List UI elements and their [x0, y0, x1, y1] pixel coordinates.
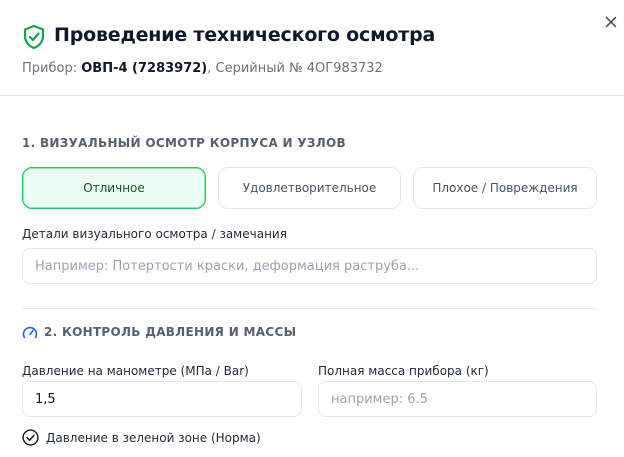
condition-bad-button[interactable]: Плохое / Повреждения	[413, 167, 597, 209]
visual-details-input[interactable]	[22, 248, 597, 284]
close-icon[interactable]	[603, 14, 619, 30]
shield-check-icon	[23, 24, 45, 50]
modal-title: Проведение технического осмотра	[54, 24, 436, 46]
gauge-icon	[22, 326, 38, 339]
pressure-input[interactable]	[22, 381, 302, 417]
section-visual-title: 1. ВИЗУАЛЬНЫЙ ОСМОТР КОРПУСА И УЗЛОВ	[22, 136, 346, 150]
green-zone-label: Давление в зеленой зоне (Норма)	[46, 431, 261, 445]
device-label: Прибор:	[22, 61, 78, 76]
visual-details-label: Детали визуального осмотра / замечания	[22, 227, 287, 241]
pressure-label: Давление на манометре (МПа / Bar)	[22, 364, 249, 378]
section-divider	[22, 308, 597, 309]
green-zone-checkbox[interactable]	[22, 429, 39, 446]
section-pressure-title: 2. КОНТРОЛЬ ДАВЛЕНИЯ И МАССЫ	[44, 325, 297, 339]
condition-excellent-button[interactable]: Отличное	[22, 167, 206, 209]
modal-header: Проведение технического осмотра Прибор: …	[0, 0, 624, 96]
mass-input[interactable]	[318, 381, 597, 417]
condition-satisfactory-button[interactable]: Удовлетворительное	[218, 167, 401, 209]
device-name: ОВП-4 (7283972)	[81, 61, 208, 76]
device-serial: , Серийный № 4ОГ983732	[207, 61, 383, 76]
device-info: Прибор: ОВП-4 (7283972), Серийный № 4ОГ9…	[22, 61, 383, 76]
mass-label: Полная масса прибора (кг)	[318, 364, 489, 378]
